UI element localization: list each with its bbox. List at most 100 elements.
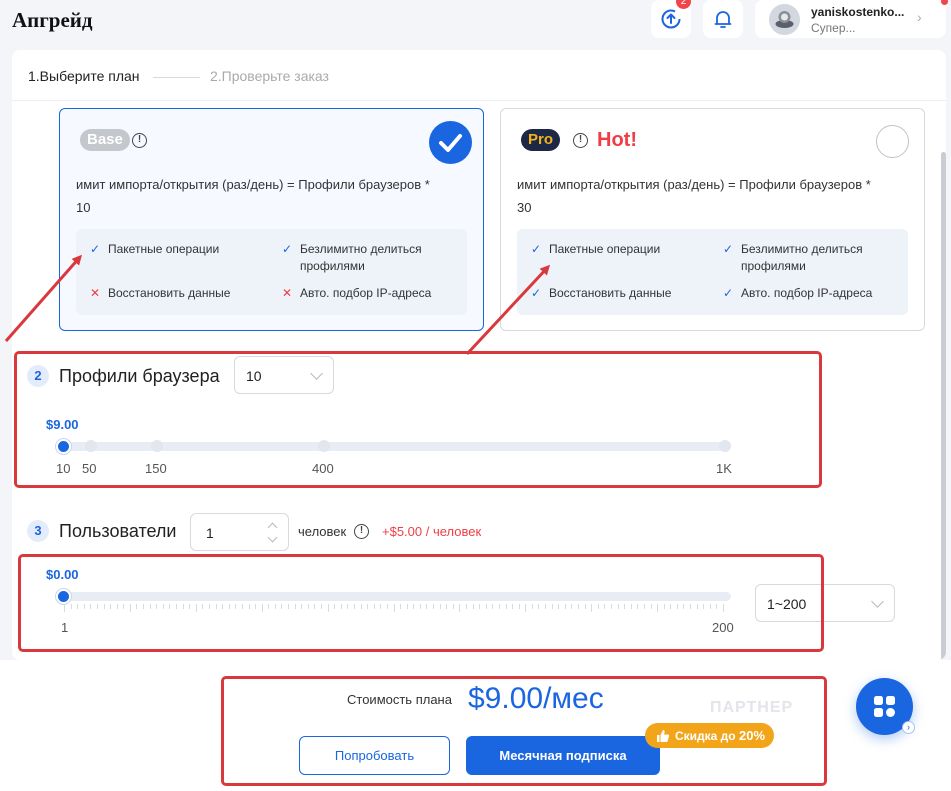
step-divider	[153, 77, 200, 78]
cross-icon: ✕	[90, 286, 101, 300]
user-menu[interactable]: yaniskostenko... Супер... ›	[755, 0, 948, 38]
feature-list-pro: ✓ Пакетные операции ✓ Безлимитно делитьс…	[517, 229, 908, 315]
bell-icon	[714, 11, 732, 28]
slider-tick	[459, 604, 461, 612]
plan-card-base[interactable]: Base ! имит импорта/открытия (раз/день) …	[59, 108, 484, 331]
slider-tick	[452, 604, 454, 609]
users-count-input[interactable]: 1	[190, 513, 289, 551]
slider-tick	[690, 604, 692, 609]
slider-tick	[314, 604, 316, 609]
user-name: yaniskostenko...	[811, 5, 905, 19]
slider-tick-label: 50	[82, 461, 97, 476]
slider-tick	[538, 604, 540, 609]
slider-tick	[446, 604, 448, 609]
plan-description-pro: имит импорта/открытия (раз/день) = Профи…	[517, 175, 917, 217]
slider-tick	[584, 604, 586, 609]
scrollbar[interactable]	[941, 152, 946, 660]
profiles-slider-thumb[interactable]	[56, 439, 71, 454]
plan-radio[interactable]	[876, 125, 909, 158]
slider-tick	[683, 604, 685, 609]
monthly-subscription-button[interactable]: Месячная подписка	[466, 736, 660, 775]
slider-tick	[545, 604, 547, 609]
users-price: $0.00	[46, 567, 79, 582]
slider-tick	[518, 604, 520, 609]
users-range-select[interactable]: 1~200	[755, 584, 895, 622]
notifications-button[interactable]	[703, 0, 743, 38]
slider-tick	[288, 604, 290, 609]
slider-tick	[630, 604, 632, 609]
slider-tick	[498, 604, 500, 609]
users-title: Пользователи	[59, 521, 177, 541]
check-icon: ✓	[531, 286, 542, 300]
plan-multiplier: 10	[76, 200, 91, 215]
slider-stop[interactable]	[318, 440, 330, 452]
users-unit-label: человек	[298, 524, 347, 539]
upgrade-card: 1.Выберите план 2.Проверьте заказ Base !…	[12, 50, 946, 660]
try-button[interactable]: Попробовать	[299, 736, 450, 775]
avatar	[769, 4, 800, 35]
increment-icon[interactable]	[267, 522, 278, 533]
step-select-plan[interactable]: 1.Выберите план	[28, 68, 140, 84]
stepper-bar: 1.Выберите план 2.Проверьте заказ	[12, 50, 946, 101]
thumbs-up-icon	[657, 730, 670, 742]
section-number: 2	[27, 365, 49, 387]
slider-tick	[129, 604, 131, 612]
info-icon[interactable]: !	[573, 133, 588, 148]
slider-tick	[558, 604, 560, 609]
check-icon: ✓	[282, 242, 293, 256]
slider-tick	[400, 604, 402, 609]
decrement-icon[interactable]	[267, 532, 278, 543]
slider-tick	[301, 604, 303, 609]
chevron-down-icon	[871, 595, 884, 608]
feature-item: ✓ Безлимитно делиться профилями	[282, 242, 422, 273]
profiles-select[interactable]: 10	[234, 356, 334, 394]
users-slider-track[interactable]	[56, 592, 731, 601]
slider-tick	[439, 604, 441, 609]
slider-tick	[709, 604, 711, 609]
discount-badge: Скидка до 20%	[645, 723, 775, 748]
expand-icon[interactable]: ›	[902, 721, 915, 734]
slider-tick	[531, 604, 533, 609]
slider-stop[interactable]	[719, 440, 731, 452]
chevron-down-icon	[310, 367, 323, 380]
feature-item: ✓ Пакетные операции	[90, 242, 220, 256]
slider-tick	[110, 604, 112, 609]
slider-tick	[334, 604, 336, 609]
slider-tick	[103, 604, 105, 609]
info-icon[interactable]: !	[132, 133, 147, 148]
cost-label: Стоимость плана	[347, 692, 452, 707]
slider-tick	[202, 604, 204, 609]
slider-stop[interactable]	[85, 440, 97, 452]
sync-button[interactable]: 2	[651, 0, 691, 38]
feature-item: ✓ Авто. подбор IP-адреса	[723, 286, 873, 300]
slider-tick	[261, 604, 263, 612]
check-icon: ✓	[723, 286, 734, 300]
watermark: ПАРТНЕР	[710, 699, 794, 716]
slider-tick	[492, 604, 494, 609]
section-number: 3	[27, 520, 49, 542]
selected-check-icon[interactable]	[429, 121, 472, 164]
slider-tick	[551, 604, 553, 609]
slider-tick	[386, 604, 388, 609]
slider-tick	[235, 604, 237, 609]
step-review-order[interactable]: 2.Проверьте заказ	[210, 68, 329, 84]
slider-tick	[195, 604, 197, 612]
feature-item: ✕ Восстановить данные	[90, 286, 231, 300]
users-slider-thumb[interactable]	[56, 589, 71, 604]
slider-tick	[723, 604, 724, 612]
plan-card-pro[interactable]: Pro ! Hot! имит импорта/открытия (раз/де…	[500, 108, 925, 331]
slider-tick	[512, 604, 514, 609]
slider-tick	[637, 604, 639, 609]
slider-tick	[676, 604, 678, 609]
slider-tick	[413, 604, 415, 609]
plan-limit-text: имит импорта/открытия (раз/день) = Профи…	[517, 177, 871, 192]
slider-stop[interactable]	[151, 440, 163, 452]
slider-tick	[208, 604, 210, 609]
slider-tick-label: 1K	[716, 461, 732, 476]
slider-tick	[696, 604, 698, 609]
slider-tick	[617, 604, 619, 609]
slider-tick	[136, 604, 138, 609]
info-icon[interactable]: !	[354, 524, 369, 539]
slider-tick	[373, 604, 375, 609]
slider-tick	[162, 604, 164, 609]
